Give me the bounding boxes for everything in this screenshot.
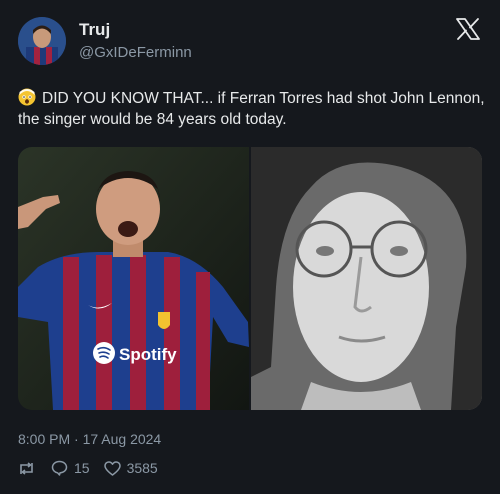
- media-photo-portrait[interactable]: [251, 147, 482, 410]
- tweet-timestamp[interactable]: 8:00 PM · 17 Aug 2024: [18, 431, 161, 447]
- jersey-sponsor-text: Spotify: [119, 345, 177, 364]
- retweet-icon: [18, 461, 35, 476]
- media-grid[interactable]: Spotify: [18, 147, 482, 410]
- like-count: 3585: [126, 460, 158, 476]
- action-bar: 15 3585: [18, 459, 158, 477]
- media-photo-footballer[interactable]: Spotify: [18, 147, 249, 410]
- avatar-image: [18, 17, 66, 65]
- tweet-text: DID YOU KNOW THAT... if Ferran Torres ha…: [18, 90, 485, 128]
- like-button[interactable]: 3585: [103, 460, 158, 476]
- heart-icon: [103, 460, 121, 476]
- x-logo-icon[interactable]: [456, 18, 482, 42]
- avatar[interactable]: [18, 17, 66, 65]
- author-name[interactable]: Truj: [79, 20, 110, 40]
- retweet-button[interactable]: [18, 461, 35, 476]
- reply-button[interactable]: 15: [51, 460, 90, 476]
- author-handle[interactable]: @GxIDeFerminn: [79, 44, 192, 61]
- shocked-face-emoji-icon: [18, 88, 36, 106]
- reply-icon: [51, 460, 68, 476]
- reply-count: 15: [74, 460, 90, 476]
- tweet-body: DID YOU KNOW THAT... if Ferran Torres ha…: [18, 88, 486, 130]
